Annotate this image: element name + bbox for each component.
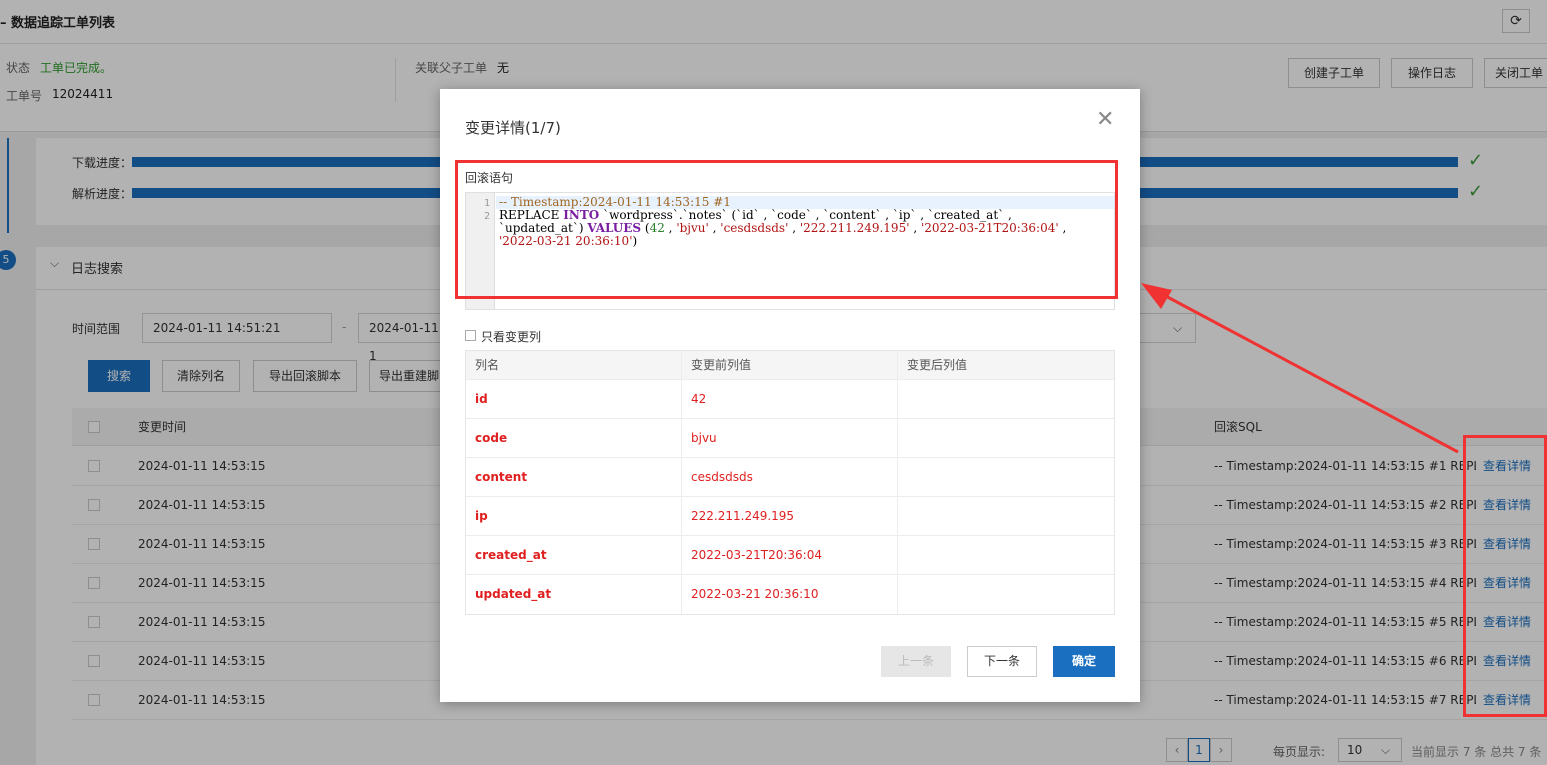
annotation-box-details	[1463, 435, 1547, 717]
ok-button[interactable]: 确定	[1053, 646, 1115, 677]
column-header-before: 变更前列值	[682, 351, 898, 379]
column-header-name: 列名	[466, 351, 682, 379]
column-after-value	[898, 380, 1114, 418]
only-changed-checkbox[interactable]	[465, 330, 476, 341]
column-name: content	[466, 458, 682, 496]
column-before-value: cesdsdsds	[682, 458, 898, 496]
column-change-header: 列名 变更前列值 变更后列值	[466, 351, 1114, 380]
column-before-value: 2022-03-21 20:36:10	[682, 575, 898, 614]
column-before-value: 42	[682, 380, 898, 418]
next-record-button[interactable]: 下一条	[967, 646, 1037, 677]
column-change-row: updated_at 2022-03-21 20:36:10	[466, 575, 1114, 614]
column-before-value: 222.211.249.195	[682, 497, 898, 535]
column-name: updated_at	[466, 575, 682, 614]
column-name: id	[466, 380, 682, 418]
column-change-table: 列名 变更前列值 变更后列值 id 42 code bjvu content cesdsd…	[465, 350, 1115, 615]
column-change-row: ip 222.211.249.195	[466, 497, 1114, 536]
annotation-box-code	[455, 160, 1118, 299]
column-header-after: 变更后列值	[907, 358, 968, 372]
column-name: code	[466, 419, 682, 457]
column-name: ip	[466, 497, 682, 535]
column-after-value	[898, 497, 1114, 535]
column-after-value	[898, 536, 1114, 574]
column-change-body: id 42 code bjvu content cesdsdsds ip 222.211.24…	[466, 380, 1114, 614]
column-change-row: code bjvu	[466, 419, 1114, 458]
only-changed-label: 只看变更列	[481, 330, 542, 344]
modal-title: 变更详情(1/7)	[465, 119, 561, 137]
column-name: created_at	[466, 536, 682, 574]
column-change-row: content cesdsdsds	[466, 458, 1114, 497]
column-change-row: created_at 2022-03-21T20:36:04	[466, 536, 1114, 575]
column-change-row: id 42	[466, 380, 1114, 419]
column-before-value: 2022-03-21T20:36:04	[682, 536, 898, 574]
prev-record-button[interactable]: 上一条	[881, 646, 951, 677]
column-after-value	[898, 575, 1114, 614]
column-after-value	[898, 419, 1114, 457]
close-icon[interactable]: ✕	[1096, 107, 1114, 132]
column-after-value	[898, 458, 1114, 496]
column-before-value: bjvu	[682, 419, 898, 457]
